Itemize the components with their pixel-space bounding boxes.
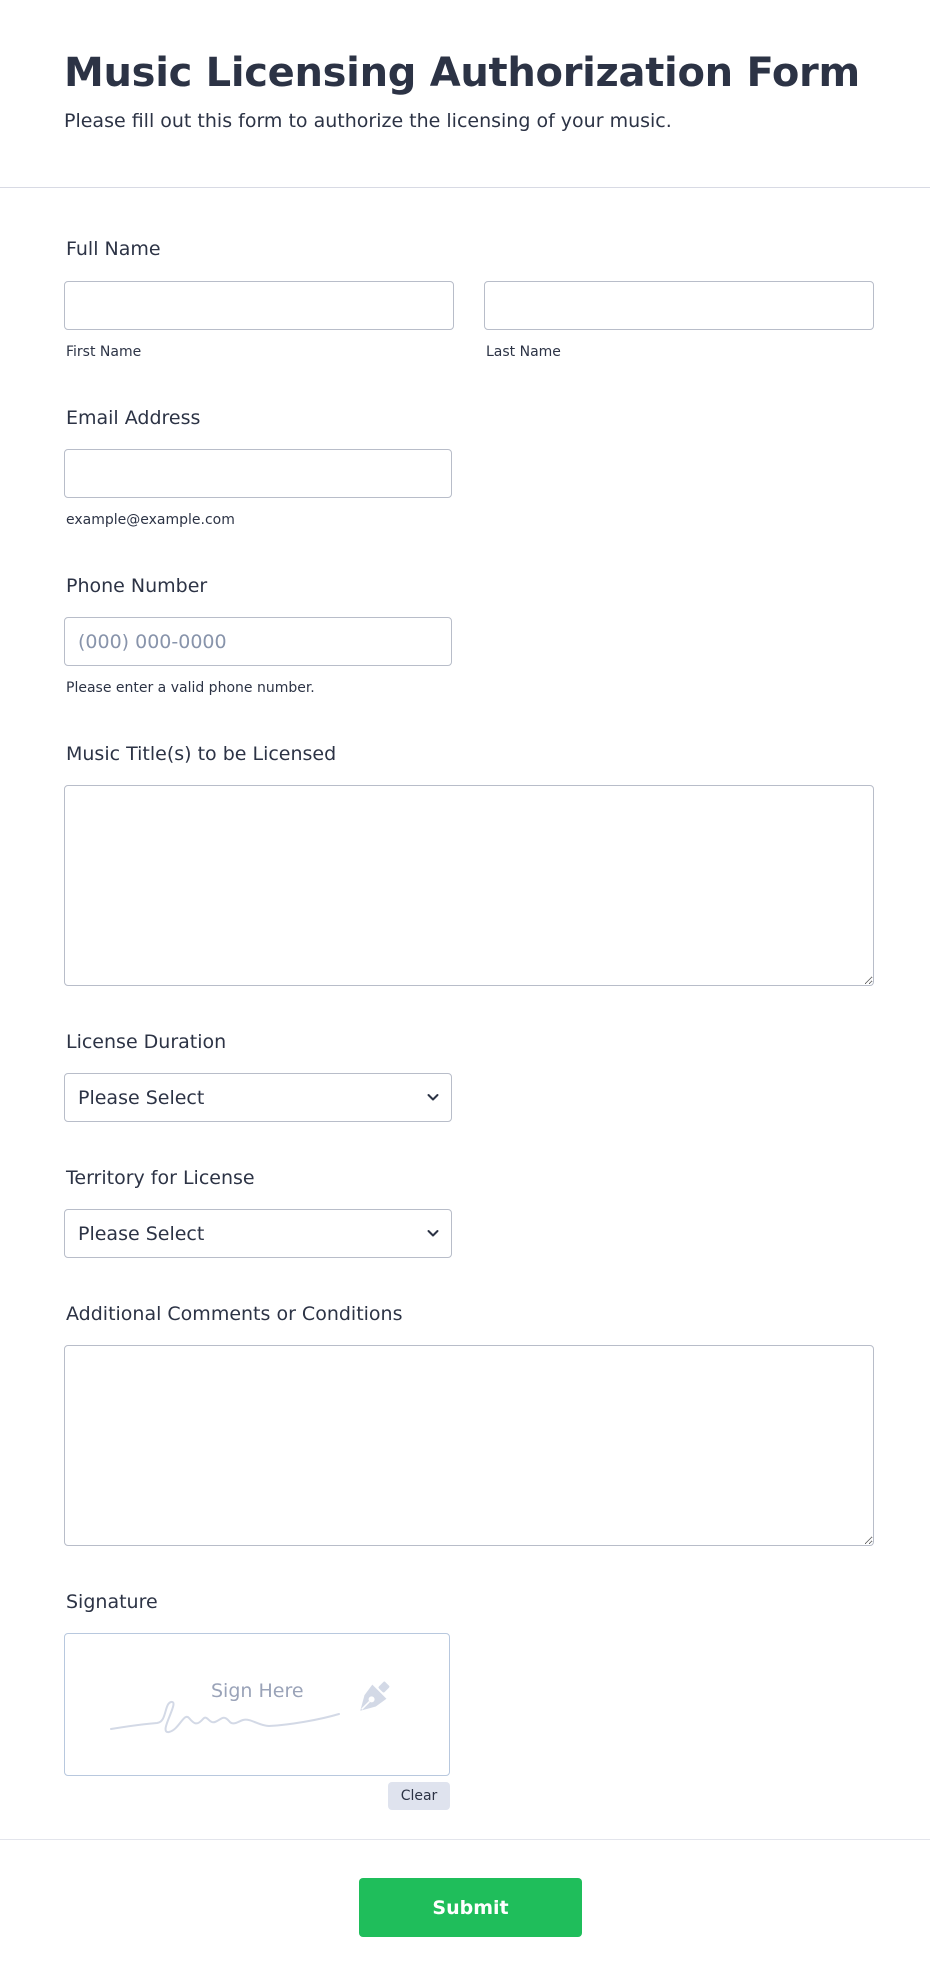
signature-pad[interactable]: Sign Here bbox=[64, 1633, 450, 1776]
comments-textarea[interactable] bbox=[64, 1345, 874, 1546]
first-name-sublabel: First Name bbox=[66, 344, 142, 360]
email-input[interactable] bbox=[64, 449, 452, 498]
full-name-label: Full Name bbox=[66, 238, 161, 260]
submit-button[interactable]: Submit bbox=[359, 1878, 582, 1937]
last-name-input[interactable] bbox=[484, 281, 874, 330]
territory-value: Please Select bbox=[78, 1223, 205, 1245]
phone-input[interactable] bbox=[64, 617, 452, 666]
license-duration-select[interactable]: Please Select bbox=[64, 1073, 452, 1122]
form-header: Music Licensing Authorization Form Pleas… bbox=[0, 0, 930, 188]
territory-select[interactable]: Please Select bbox=[64, 1209, 452, 1258]
license-duration-value: Please Select bbox=[78, 1087, 205, 1109]
chevron-down-icon bbox=[427, 1094, 439, 1101]
signature-label: Signature bbox=[66, 1591, 158, 1613]
pen-nib-icon bbox=[360, 1681, 390, 1711]
clear-signature-button[interactable]: Clear bbox=[388, 1782, 450, 1810]
first-name-input[interactable] bbox=[64, 281, 454, 330]
email-sublabel: example@example.com bbox=[66, 512, 235, 528]
form-subtitle: Please fill out this form to authorize t… bbox=[64, 110, 672, 132]
territory-label: Territory for License bbox=[66, 1167, 255, 1189]
phone-sublabel: Please enter a valid phone number. bbox=[66, 680, 315, 696]
license-duration-label: License Duration bbox=[66, 1031, 227, 1053]
last-name-sublabel: Last Name bbox=[486, 344, 561, 360]
comments-label: Additional Comments or Conditions bbox=[66, 1303, 403, 1325]
footer-divider bbox=[0, 1839, 930, 1840]
chevron-down-icon bbox=[427, 1230, 439, 1237]
music-titles-label: Music Title(s) to be Licensed bbox=[66, 743, 337, 765]
phone-label: Phone Number bbox=[66, 575, 208, 597]
form-title: Music Licensing Authorization Form bbox=[64, 50, 860, 96]
email-label: Email Address bbox=[66, 407, 201, 429]
music-titles-textarea[interactable] bbox=[64, 785, 874, 986]
sign-here-text: Sign Here bbox=[211, 1680, 304, 1702]
